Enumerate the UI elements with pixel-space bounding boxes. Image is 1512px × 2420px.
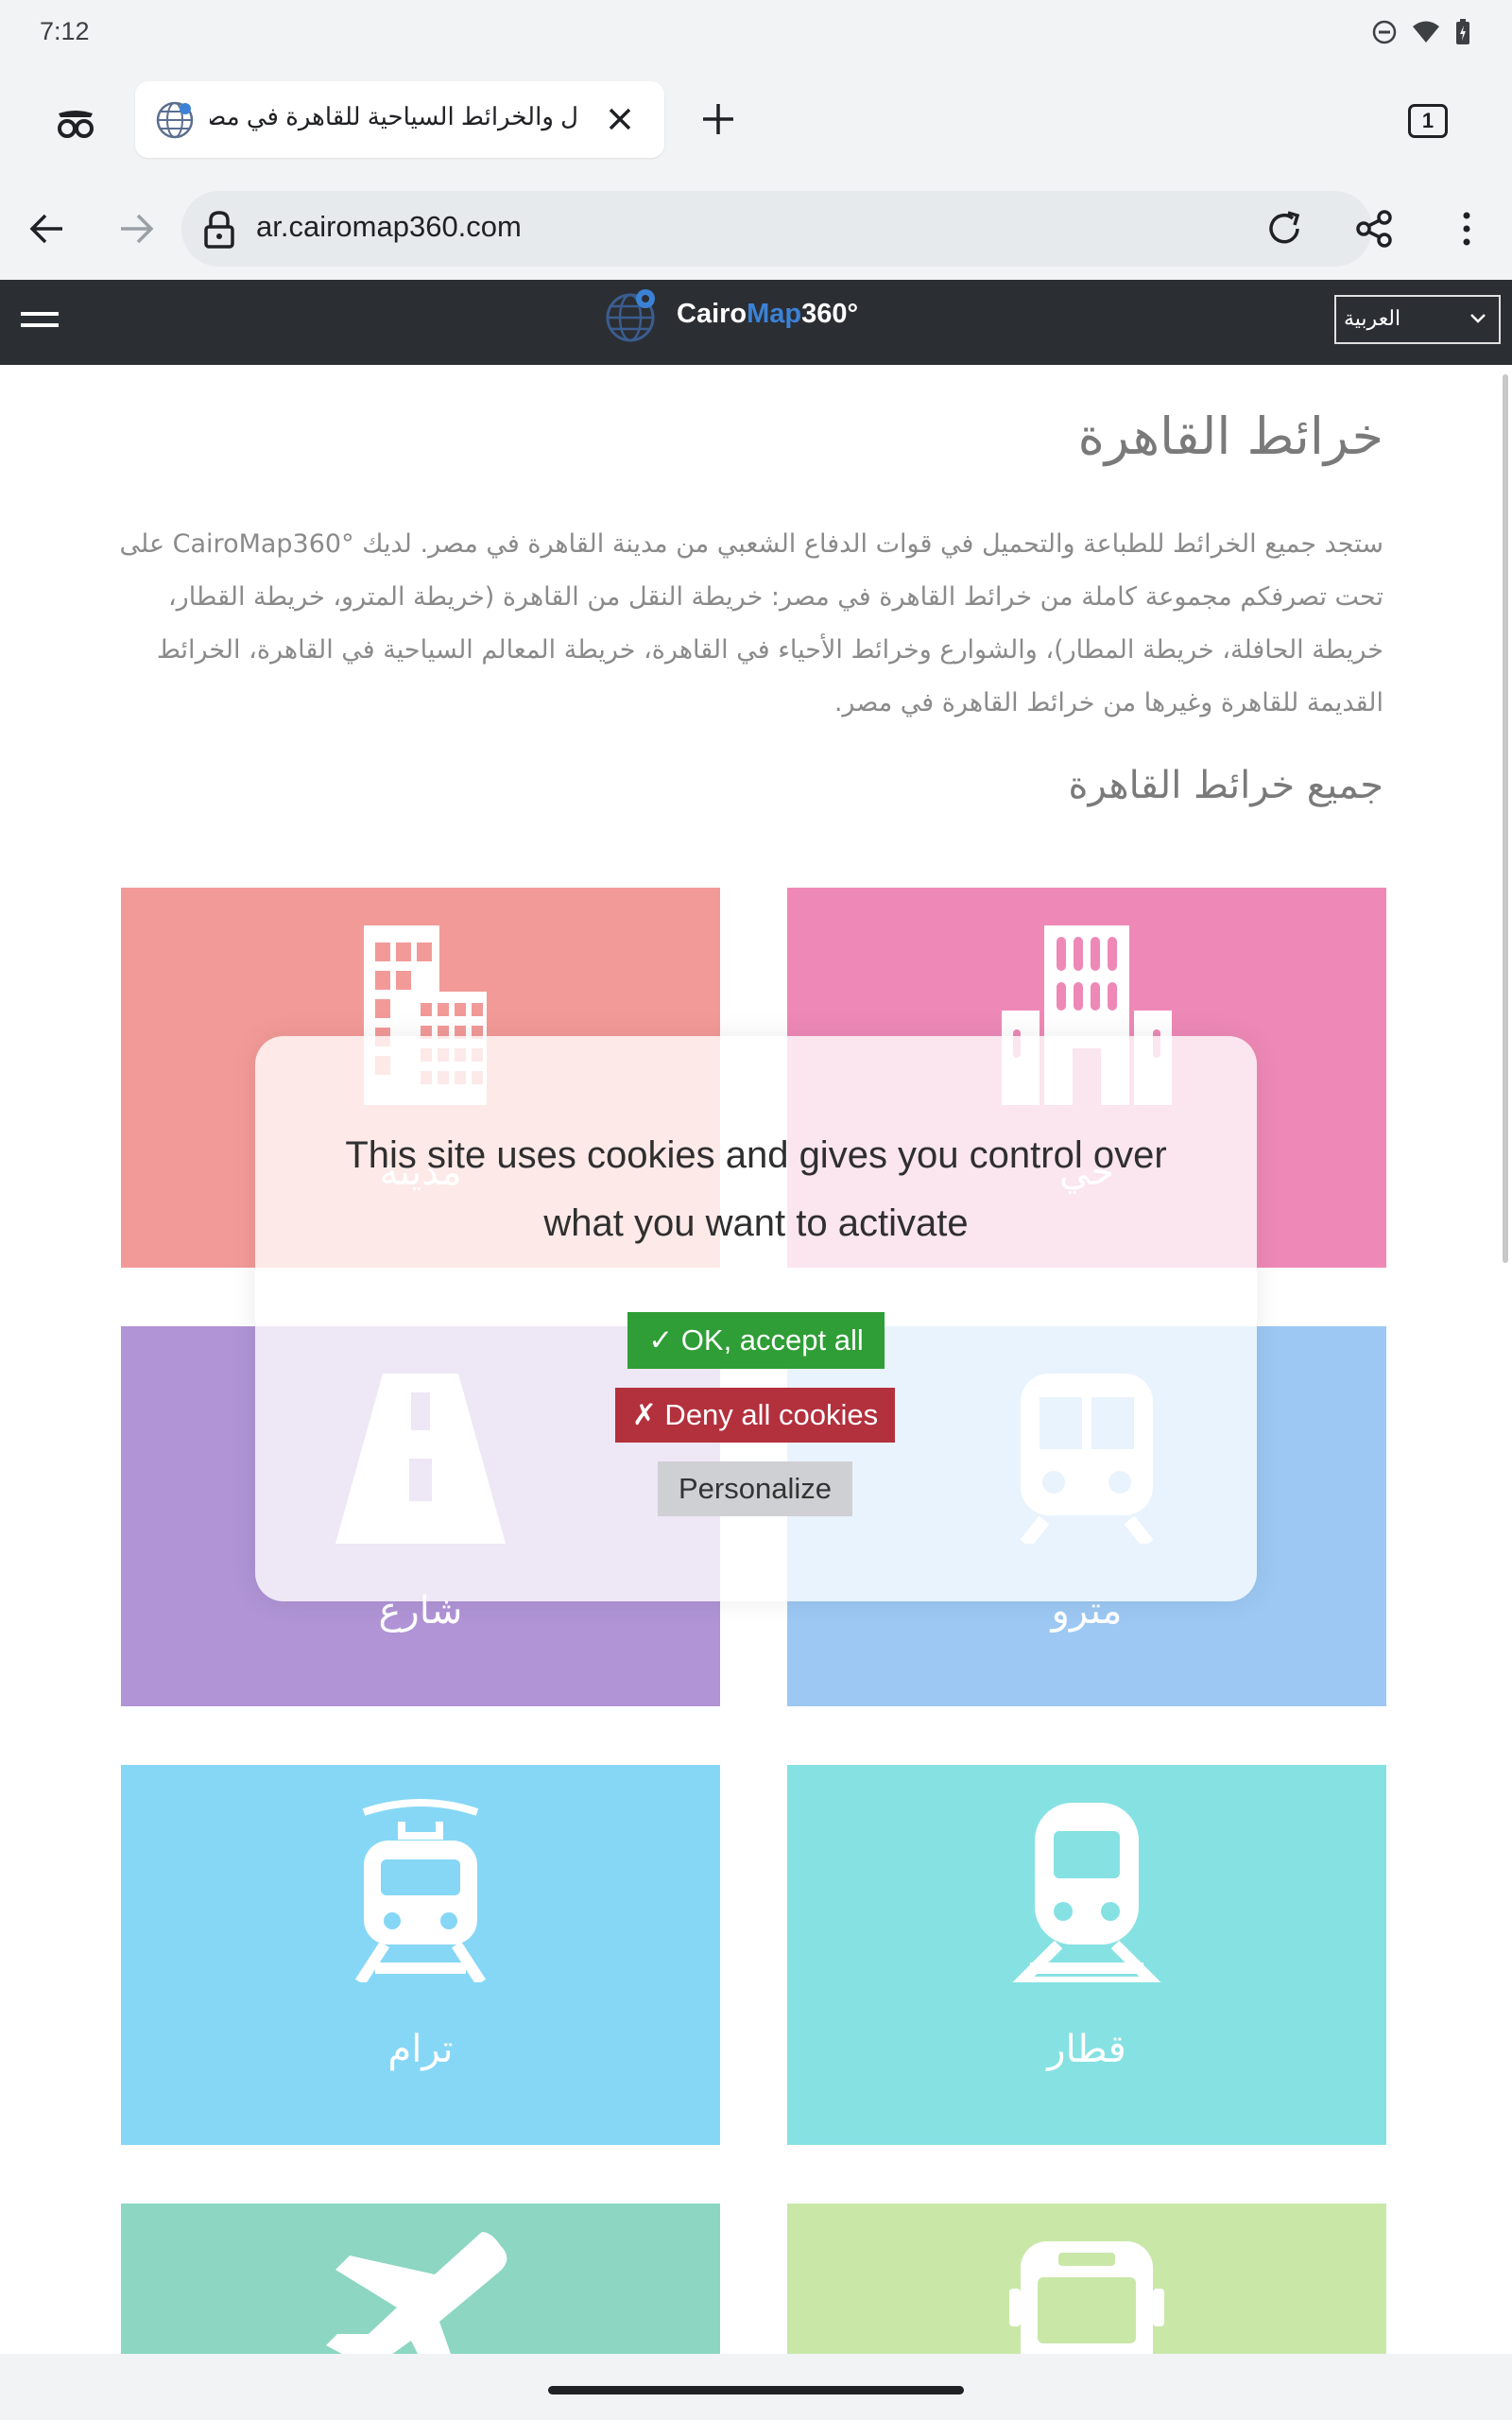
tile-airport[interactable] <box>121 2204 720 2355</box>
status-icons <box>1372 19 1470 45</box>
site-logo-text[interactable]: CairoMap360° <box>677 299 858 330</box>
wifi-icon <box>1413 21 1439 43</box>
gesture-handle[interactable] <box>548 2386 964 2394</box>
reload-icon[interactable] <box>1263 208 1305 250</box>
section-title: جميع خرائط القاهرة <box>1068 764 1384 807</box>
deny-all-cookies-button[interactable]: ✗ Deny all cookies <box>615 1388 895 1443</box>
hamburger-menu-icon[interactable] <box>21 308 62 335</box>
train-icon <box>1012 1803 1161 1982</box>
bus-icon <box>1009 2241 1164 2355</box>
tab-title: ل والخرائط السياحية للقاهرة في مصر <box>210 102 578 130</box>
personalize-cookies-button[interactable]: Personalize <box>658 1461 852 1516</box>
tile-bus[interactable] <box>787 2204 1386 2355</box>
language-select-value: العربية <box>1344 306 1401 330</box>
forward-arrow-icon[interactable] <box>117 210 157 248</box>
back-arrow-icon[interactable] <box>26 210 66 248</box>
battery-icon <box>1456 19 1469 44</box>
close-tab-icon[interactable] <box>603 102 637 136</box>
new-tab-icon[interactable] <box>699 100 737 138</box>
page-scrollbar[interactable] <box>1503 374 1508 1263</box>
lock-icon[interactable] <box>202 210 236 250</box>
status-time: 7:12 <box>40 17 90 45</box>
tab-switcher-button[interactable]: 1 <box>1408 104 1448 138</box>
logo-word-cairo: Cairo <box>677 299 747 329</box>
intro-paragraph: ستجد جميع الخرائط للطباعة والتحميل في قو… <box>119 529 1383 717</box>
tile-train[interactable]: قطار <box>787 1765 1386 2145</box>
accept-all-cookies-button[interactable]: ✓ OK, accept all <box>627 1312 885 1369</box>
status-bar <box>0 0 1512 68</box>
tram-icon <box>354 1799 487 1982</box>
tile-label: ترام <box>387 2028 454 2071</box>
incognito-icon <box>58 111 94 138</box>
cookie-consent-message: This site uses cookies and gives you con… <box>345 1134 1167 1244</box>
tile-tram[interactable]: ترام <box>121 1765 720 2145</box>
chevron-down-icon <box>1470 314 1486 323</box>
tile-label: قطار <box>1047 2028 1126 2071</box>
logo-word-map: Map <box>747 299 802 329</box>
more-options-icon[interactable] <box>1450 208 1484 250</box>
share-icon[interactable] <box>1353 208 1395 250</box>
do-not-disturb-icon <box>1372 20 1397 44</box>
logo-word-360: 360° <box>801 299 859 329</box>
globe-favicon-icon <box>156 101 194 139</box>
airplane-icon <box>326 2232 507 2355</box>
page-title: خرائط القاهرة <box>1077 406 1383 466</box>
url-text[interactable]: ar.cairomap360.com <box>256 210 522 244</box>
site-logo-globe-icon[interactable] <box>602 285 661 344</box>
